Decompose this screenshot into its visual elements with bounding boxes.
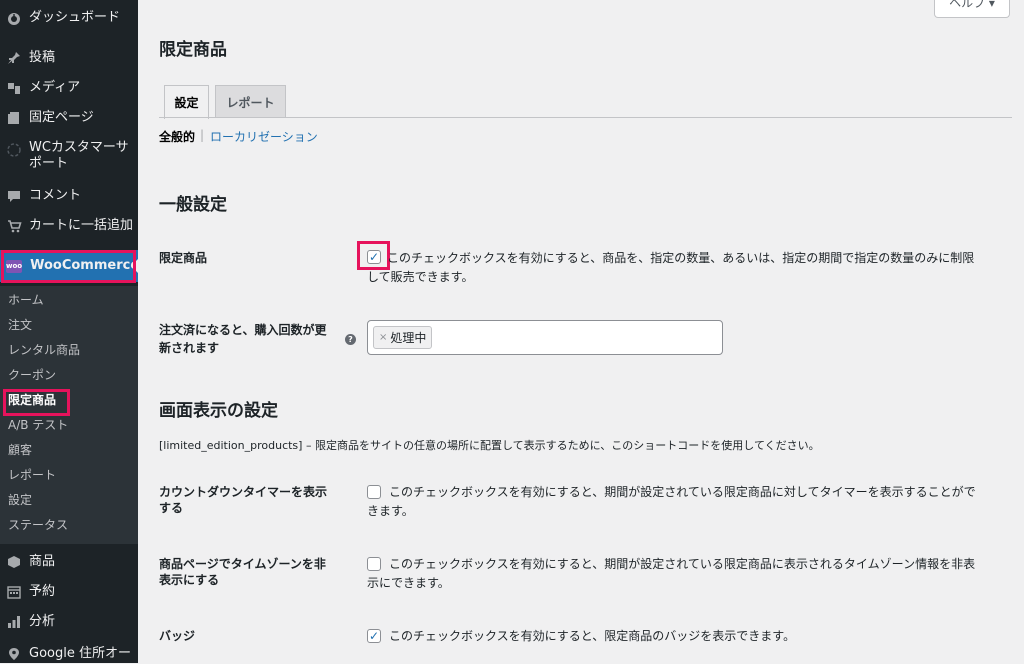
dashboard-icon [4,8,24,28]
help-tip-icon[interactable]: ? [345,334,356,345]
calendar-icon [4,582,24,602]
countdown-description-line1: このチェックボックスを有効にすると、期間が設定されている限定商品に対してタイマー… [389,485,976,499]
badge-checkbox[interactable]: ✓ [367,629,381,643]
menu-label: WCカスタマーサポート [29,140,129,171]
subsub-separator: | [200,128,205,142]
menu-label: ダッシュボード [29,10,121,25]
label-countdown-line1: カウントダウンタイマーを表示 [159,485,328,499]
analytics-icon [4,612,24,632]
menu-products[interactable]: 商品 [0,552,138,572]
menu-label: カートに一括追加 [29,218,134,233]
cart-icon [4,216,24,236]
limited-products-description-line1: このチェックボックスを有効にすると、商品を、指定の数量、あるいは、指定の期間で指… [387,251,975,265]
menu-bookings[interactable]: 予約 [0,582,138,602]
menu-wc-customer-support[interactable]: WCカスタマーサポート [0,140,138,174]
submenu-coupons[interactable]: クーポン [8,368,56,382]
submenu-customers[interactable]: 顧客 [8,443,32,457]
menu-media[interactable]: メディア [0,78,138,98]
submenu-settings[interactable]: 設定 [8,493,32,507]
menu-google-address[interactable]: Google 住所オー [0,644,138,664]
page-title: 限定商品 [159,40,227,60]
submenu-home[interactable]: ホーム [8,293,44,307]
submenu-reports[interactable]: レポート [8,468,56,482]
menu-label: Google 住所オー [29,646,131,661]
menu-analytics[interactable]: 分析 [0,612,138,632]
woocommerce-logo-icon: woo [6,259,23,273]
comment-icon [4,186,24,206]
menu-label: 商品 [29,554,56,569]
subsub-localization-link[interactable]: ローカリゼーション [210,128,318,145]
location-icon [4,644,24,664]
remove-chip-icon[interactable]: × [379,332,387,343]
countdown-description-line2: きます。 [367,504,414,518]
countdown-checkbox[interactable] [367,485,381,499]
order-status-multiselect[interactable]: × 処理中 [367,320,723,355]
chip-label: 処理中 [390,331,427,345]
tab-divider [159,117,1012,118]
label-limited-products: 限定商品 [159,251,208,265]
submenu-orders[interactable]: 注文 [8,318,32,332]
menu-label: 投稿 [29,50,56,65]
menu-label: 予約 [29,584,56,599]
help-button[interactable]: ヘルプ ▾ [934,0,1010,18]
limited-products-checkbox[interactable]: ✓ [367,250,381,264]
checkmark-icon: ✓ [368,250,380,264]
product-icon [4,552,24,572]
woocommerce-submenu: ホーム 注文 レンタル商品 クーポン 限定商品 A/B テスト 顧客 レポート … [0,286,138,544]
label-countdown-line2: する [159,501,184,515]
current-menu-arrow-icon [131,259,138,273]
label-update-purchase-count-line1: 注文済になると、購入回数が更 [159,323,327,337]
pin-icon [4,48,24,68]
menu-label: 分析 [29,614,56,629]
menu-pages[interactable]: 固定ページ [0,108,138,128]
badge-description: このチェックボックスを有効にすると、限定商品のバッジを表示できます。 [389,629,796,643]
tab-settings[interactable]: 設定 [164,85,209,119]
submenu-status[interactable]: ステータス [8,518,68,532]
label-hide-timezone-line2: 表示にする [159,573,220,587]
media-icon [4,78,24,98]
page-icon [4,108,24,128]
wc-customer-icon [4,140,24,160]
limited-products-description-line2: して販売できます。 [367,270,474,284]
shortcode-description: [limited_edition_products] – 限定商品をサイトの任意… [159,439,820,452]
submenu-ab-test[interactable]: A/B テスト [8,418,68,432]
menu-bulk-add-to-cart[interactable]: カートに一括追加 [0,216,138,236]
menu-label: WooCommerce [30,258,140,273]
submenu-limited-products[interactable]: 限定商品 [8,393,56,407]
selected-status-chip: × 処理中 [373,326,433,349]
menu-dashboard[interactable]: ダッシュボード [0,8,138,28]
label-update-purchase-count-line2: 新されます [159,341,220,355]
menu-woocommerce[interactable]: woo WooCommerce [0,250,140,282]
menu-label: メディア [29,80,81,95]
admin-sidebar: ダッシュボード 投稿 メディア 固定ページ WCカスタマーサポート コメント カ… [0,0,140,664]
submenu-rental-products[interactable]: レンタル商品 [8,343,80,357]
menu-label: コメント [29,188,82,203]
hide-timezone-checkbox[interactable] [367,557,381,571]
section-heading-display: 画面表示の設定 [159,401,278,421]
menu-label: 固定ページ [29,110,94,125]
section-heading-general: 一般設定 [159,195,227,215]
menu-comments[interactable]: コメント [0,186,138,206]
hide-timezone-description-line2: 示にできます。 [367,576,450,590]
hide-timezone-description-line1: このチェックボックスを有効にすると、期間が設定されている限定商品に表示されるタイ… [389,557,976,571]
label-badge: バッジ [159,629,196,643]
tab-reports[interactable]: レポート [215,85,286,118]
checkmark-icon: ✓ [368,629,380,643]
menu-posts[interactable]: 投稿 [0,48,138,68]
subsub-general[interactable]: 全般的 [159,128,195,145]
